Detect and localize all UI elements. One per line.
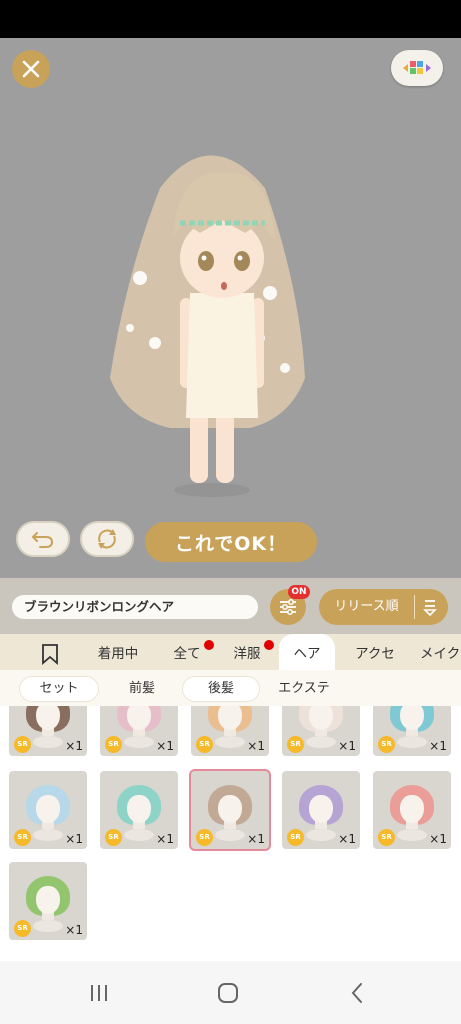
close-icon: [22, 60, 40, 78]
rarity-badge: SR: [378, 829, 395, 846]
sort-order-icon: [423, 600, 437, 616]
subtab-bangs[interactable]: 前髪: [108, 677, 176, 701]
hair-item-card[interactable]: SR ×1: [100, 771, 178, 849]
item-grid: SR ×1 SR ×1 SR ×1 SR ×1 SR ×1 SR ×1 SR ×1 SR ×1 SR ×1 SR ×1…: [0, 706, 461, 961]
rarity-badge: SR: [196, 829, 213, 846]
status-bar: [0, 0, 461, 38]
rarity-badge: SR: [14, 829, 31, 846]
item-count: ×1: [65, 739, 83, 753]
tab-makeup[interactable]: メイク: [420, 634, 461, 670]
rarity-badge: SR: [105, 829, 122, 846]
system-nav-bar: [0, 961, 461, 1024]
tab-hair[interactable]: ヘア: [279, 634, 335, 670]
filter-on-badge: ON: [288, 585, 310, 599]
palette-icon: [403, 61, 431, 74]
hair-item-card[interactable]: SR ×1: [373, 771, 451, 849]
rarity-badge: SR: [287, 736, 304, 753]
item-count: ×1: [247, 739, 265, 753]
selected-item-name: ブラウンリボンロングヘア: [12, 595, 258, 619]
hair-item-card[interactable]: SR ×1: [9, 771, 87, 849]
mannequin-base: [215, 736, 245, 748]
home-icon[interactable]: [216, 981, 240, 1005]
undo-button[interactable]: [16, 521, 70, 557]
hair-item-card[interactable]: SR ×1: [9, 862, 87, 940]
avatar-character: [110, 155, 305, 497]
tab-all[interactable]: 全て: [165, 634, 209, 670]
hair-item-card[interactable]: SR ×1: [191, 771, 269, 849]
mannequin-head: [36, 795, 60, 823]
mannequin-base: [33, 829, 63, 841]
rarity-badge: SR: [287, 829, 304, 846]
bookmark-icon: [42, 644, 58, 665]
hair-item-card[interactable]: SR ×1: [282, 771, 360, 849]
hair-item-card[interactable]: SR ×1: [191, 706, 269, 756]
mannequin-base: [397, 829, 427, 841]
mannequin-head: [309, 795, 333, 823]
rarity-badge: SR: [378, 736, 395, 753]
mannequin-head: [218, 795, 242, 823]
item-count: ×1: [429, 739, 447, 753]
mannequin-base: [306, 829, 336, 841]
sliders-icon: [280, 599, 296, 615]
item-count: ×1: [338, 739, 356, 753]
tab-clothes-notification-dot: [264, 640, 274, 650]
item-count: ×1: [247, 832, 265, 846]
mannequin-head: [127, 795, 151, 823]
mannequin-base: [33, 736, 63, 748]
item-count: ×1: [338, 832, 356, 846]
subtab-back-hair[interactable]: 後髪: [183, 677, 259, 701]
mannequin-head: [400, 795, 424, 823]
item-count: ×1: [156, 832, 174, 846]
close-button[interactable]: [12, 50, 50, 88]
tab-wearing[interactable]: 着用中: [88, 634, 148, 670]
undo-icon: [31, 532, 54, 548]
mannequin-base: [124, 829, 154, 841]
rarity-badge: SR: [105, 736, 122, 753]
rarity-badge: SR: [14, 736, 31, 753]
item-count: ×1: [429, 832, 447, 846]
filter-row: ブラウンリボンロングヘア ON リリース順: [0, 578, 461, 634]
rarity-badge: SR: [196, 736, 213, 753]
item-count: ×1: [65, 832, 83, 846]
sort-label: リリース順: [334, 599, 399, 614]
item-count: ×1: [65, 923, 83, 937]
hair-item-card[interactable]: SR ×1: [282, 706, 360, 756]
item-count: ×1: [156, 739, 174, 753]
back-icon[interactable]: [346, 981, 370, 1005]
rotate-icon: [98, 529, 116, 549]
hair-sub-tabs: セット 前髪 後髪 エクステ: [0, 670, 461, 706]
confirm-ok-button[interactable]: これでOK！: [145, 522, 317, 562]
recent-apps-icon[interactable]: [87, 981, 111, 1005]
mannequin-base: [124, 736, 154, 748]
sort-button[interactable]: リリース順: [319, 589, 448, 625]
rarity-badge: SR: [14, 920, 31, 937]
mannequin-base: [306, 736, 336, 748]
avatar-preview: これでOK！: [0, 38, 461, 578]
subtab-extensions[interactable]: エクステ: [268, 677, 340, 701]
subtab-set[interactable]: セット: [20, 677, 98, 701]
hair-item-card[interactable]: SR ×1: [100, 706, 178, 756]
sort-divider: [414, 595, 415, 619]
tab-clothes[interactable]: 洋服: [225, 634, 269, 670]
tab-accessories[interactable]: アクセ: [347, 634, 403, 670]
rotate-button[interactable]: [80, 521, 134, 557]
hair-item-card[interactable]: SR ×1: [373, 706, 451, 756]
hair-item-card[interactable]: SR ×1: [9, 706, 87, 756]
bookmark-tab[interactable]: [30, 634, 70, 670]
mannequin-head: [36, 886, 60, 914]
mannequin-base: [215, 829, 245, 841]
mannequin-base: [397, 736, 427, 748]
mannequin-base: [33, 920, 63, 932]
category-tabs: 着用中 全て 洋服 ヘア アクセ メイク: [0, 634, 461, 670]
color-palette-button[interactable]: [391, 50, 443, 86]
tab-all-notification-dot: [204, 640, 214, 650]
